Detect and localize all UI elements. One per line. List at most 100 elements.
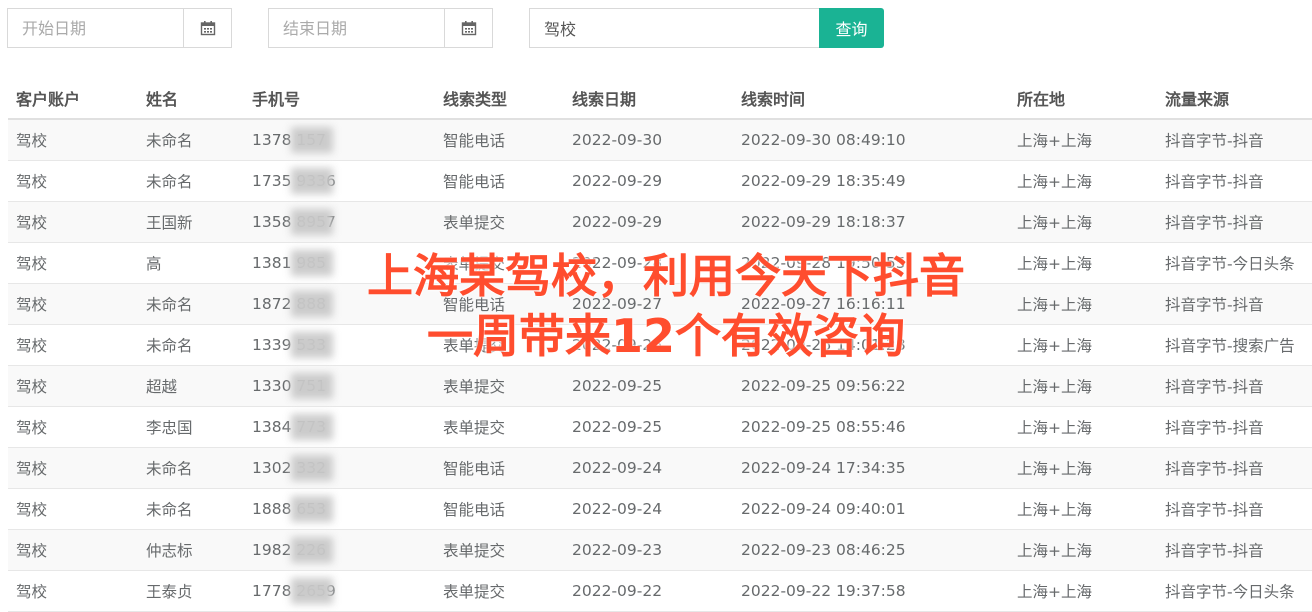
cell-traffic-source: 抖音字节-抖音 — [1165, 542, 1264, 560]
header-customer-account[interactable]: 客户账户 — [16, 78, 80, 118]
table-row[interactable]: 驾校高 1381 985 表单提交 2022-09-28 2022-09-28 19:5… — [8, 243, 1312, 284]
cell-name: 超越 — [146, 378, 178, 396]
cell-account: 驾校 — [16, 460, 48, 478]
cell-lead-type: 表单提交 — [443, 255, 506, 273]
phone-redaction-blur — [291, 578, 333, 604]
cell-location: 上海+上海 — [1017, 419, 1092, 437]
header-traffic-source[interactable]: 流量来源 — [1165, 78, 1229, 118]
cell-traffic-source: 抖音字节-今日头条 — [1165, 255, 1295, 273]
cell-location: 上海+上海 — [1017, 214, 1092, 232]
cell-name: 王国新 — [146, 214, 193, 232]
cell-lead-date: 2022-09-26 — [572, 336, 663, 354]
cell-location: 上海+上海 — [1017, 501, 1092, 519]
table-row[interactable]: 驾校 未命名 1378 157 智能电话 2022-09-30 2022-09-30 08… — [8, 120, 1312, 161]
cell-traffic-source: 抖音字节-抖音 — [1165, 296, 1264, 314]
cell-traffic-source: 抖音字节-抖音 — [1165, 378, 1264, 396]
header-phone[interactable]: 手机号 — [252, 78, 300, 118]
cell-lead-time: 2022-09-29 18:35:49 — [741, 172, 906, 190]
table-row[interactable]: 驾校 仲志标 1982 226 表单提交 2022-09-23 2022-09-23 08… — [8, 530, 1312, 571]
calendar-icon — [200, 21, 215, 36]
cell-account: 驾校 — [16, 296, 48, 314]
cell-location: 上海+上海 — [1017, 583, 1092, 601]
cell-name: 王泰贞 — [146, 583, 193, 601]
table-row[interactable]: 驾校王泰贞1778 2659表单提交2022-09-222022-09-22 1… — [8, 571, 1312, 612]
table-row[interactable]: 驾校 未命名 1888 653 智能电话 2022-09-24 2022-09-24 09… — [8, 489, 1312, 530]
cell-name: 未命名 — [146, 296, 193, 314]
cell-lead-time: 2022-09-24 17:34:35 — [741, 459, 906, 477]
cell-lead-type: 智能电话 — [443, 132, 506, 150]
start-date-field — [7, 8, 232, 48]
cell-account: 驾校 — [16, 337, 48, 355]
table-row[interactable]: 驾校未命名1735 9336智能电话2022-09-292022-09-29 1… — [8, 161, 1312, 202]
header-name[interactable]: 姓名 — [146, 78, 178, 118]
cell-lead-date: 2022-09-29 — [572, 172, 663, 190]
start-date-picker-button[interactable] — [183, 9, 231, 47]
cell-location: 上海+上海 — [1017, 173, 1092, 191]
cell-lead-date: 2022-09-25 — [572, 377, 663, 395]
cell-lead-date: 2022-09-27 — [572, 295, 663, 313]
leads-table: 客户账户 姓名 手机号 线索类型 线索日期 线索时间 所在地 流量来源 驾校 未命… — [8, 78, 1312, 612]
table-row[interactable]: 驾校 超越 1330 751 表单提交 2022-09-25 2022-09-25 09:… — [8, 366, 1312, 407]
table-row[interactable]: 驾校 未命名 1872 888 智能电话 2022-09-27 2022-09-27 16… — [8, 284, 1312, 325]
cell-lead-date: 2022-09-29 — [572, 213, 663, 231]
end-date-input[interactable] — [269, 9, 444, 47]
cell-lead-date: 2022-09-22 — [572, 582, 663, 600]
cell-lead-type: 智能电话 — [443, 173, 506, 191]
query-button[interactable]: 查询 — [819, 8, 884, 48]
cell-lead-time: 2022-09-27 16:16:11 — [741, 295, 906, 313]
cell-traffic-source: 抖音字节-抖音 — [1165, 501, 1264, 519]
start-date-input[interactable] — [8, 9, 183, 47]
cell-location: 上海+上海 — [1017, 542, 1092, 560]
keyword-input[interactable] — [530, 9, 820, 47]
cell-traffic-source: 抖音字节-抖音 — [1165, 132, 1264, 150]
header-lead-time[interactable]: 线索时间 — [741, 78, 805, 118]
cell-lead-time: 2022-09-26 14:01:28 — [741, 336, 906, 354]
cell-traffic-source: 抖音字节-搜索广告 — [1165, 337, 1295, 355]
cell-location: 上海+上海 — [1017, 255, 1092, 273]
cell-lead-type: 表单提交 — [443, 378, 506, 396]
cell-account: 驾校 — [16, 542, 48, 560]
table-row[interactable]: 驾校 李忠国 1384 773 表单提交 2022-09-25 2022-09-25 08… — [8, 407, 1312, 448]
cell-lead-type: 智能电话 — [443, 501, 506, 519]
cell-name: 未命名 — [146, 460, 193, 478]
cell-lead-time: 2022-09-25 09:56:22 — [741, 377, 906, 395]
cell-traffic-source: 抖音字节-抖音 — [1165, 419, 1264, 437]
cell-traffic-source: 抖音字节-抖音 — [1165, 173, 1264, 191]
cell-account: 驾校 — [16, 173, 48, 191]
header-lead-type[interactable]: 线索类型 — [443, 78, 507, 118]
cell-lead-date: 2022-09-24 — [572, 500, 663, 518]
cell-lead-date: 2022-09-24 — [572, 459, 663, 477]
cell-name: 高 — [146, 255, 162, 273]
cell-name: 李忠国 — [146, 419, 193, 437]
header-location[interactable]: 所在地 — [1017, 78, 1065, 118]
table-row[interactable]: 驾校 未命名 1302 332 智能电话 2022-09-24 2022-09-24 17… — [8, 448, 1312, 489]
cell-lead-time: 2022-09-23 08:46:25 — [741, 541, 906, 559]
header-lead-date[interactable]: 线索日期 — [572, 78, 636, 118]
cell-traffic-source: 抖音字节-抖音 — [1165, 214, 1264, 232]
cell-lead-time: 2022-09-30 08:49:10 — [741, 131, 906, 149]
cell-lead-time: 2022-09-28 19:50:55 — [741, 254, 906, 272]
cell-traffic-source: 抖音字节-今日头条 — [1165, 583, 1295, 601]
cell-location: 上海+上海 — [1017, 132, 1092, 150]
table-row[interactable]: 驾校王国新1358 8957表单提交2022-09-292022-09-29 1… — [8, 202, 1312, 243]
phone-redaction-blur — [291, 414, 333, 440]
cell-name: 未命名 — [146, 337, 193, 355]
cell-name: 仲志标 — [146, 542, 193, 560]
cell-lead-type: 表单提交 — [443, 419, 506, 437]
phone-redaction-blur — [291, 496, 333, 522]
cell-account: 驾校 — [16, 501, 48, 519]
table-row[interactable]: 驾校 未命名 1339 533 表单提交 2022-09-26 2022-09-26 14… — [8, 325, 1312, 366]
cell-account: 驾校 — [16, 132, 48, 150]
end-date-picker-button[interactable] — [444, 9, 492, 47]
cell-account: 驾校 — [16, 583, 48, 601]
phone-redaction-blur — [291, 332, 333, 358]
cell-lead-time: 2022-09-22 19:37:58 — [741, 582, 906, 600]
cell-account: 驾校 — [16, 255, 48, 273]
phone-redaction-blur — [291, 209, 333, 235]
calendar-icon — [461, 21, 476, 36]
cell-lead-type: 表单提交 — [443, 214, 506, 232]
cell-lead-time: 2022-09-29 18:18:37 — [741, 213, 906, 231]
cell-location: 上海+上海 — [1017, 296, 1092, 314]
cell-lead-time: 2022-09-24 09:40:01 — [741, 500, 906, 518]
cell-lead-type: 智能电话 — [443, 296, 506, 314]
